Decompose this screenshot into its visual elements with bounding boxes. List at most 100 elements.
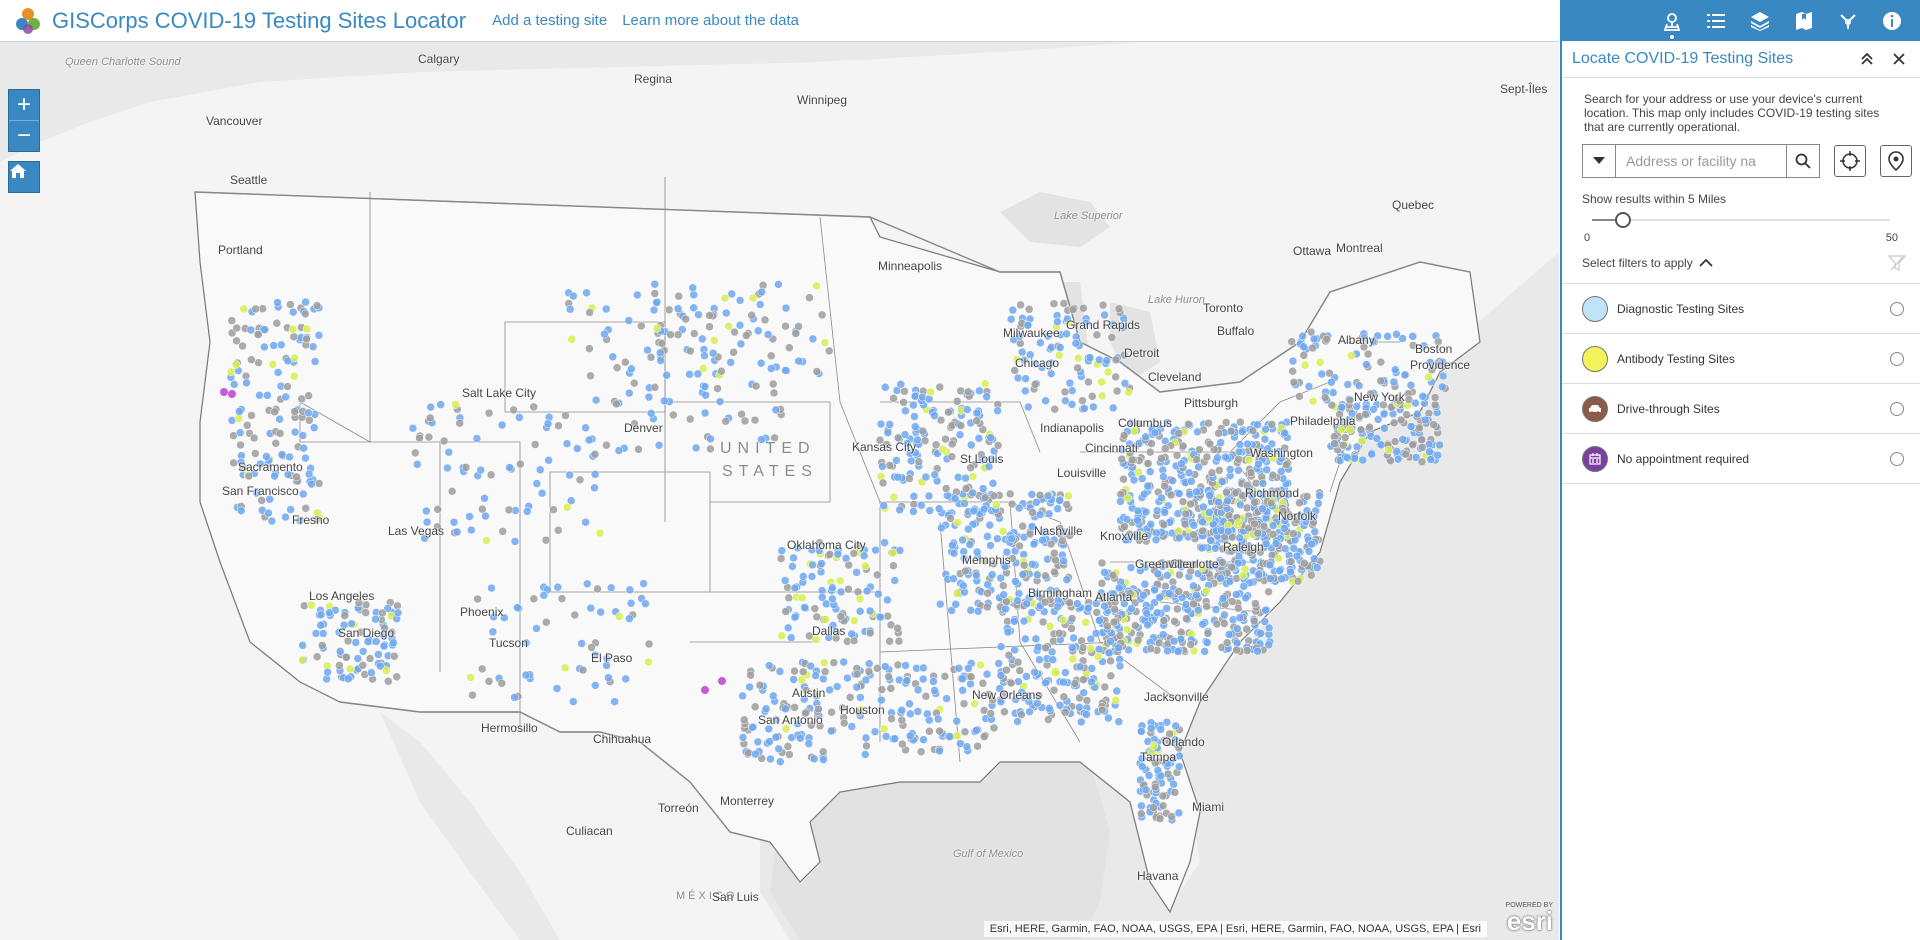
testing-site-marker[interactable]	[1268, 470, 1278, 480]
testing-site-marker[interactable]	[1131, 621, 1140, 630]
testing-site-marker[interactable]	[1111, 695, 1120, 705]
testing-site-marker[interactable]	[413, 460, 422, 469]
testing-site-marker[interactable]	[1071, 339, 1081, 348]
testing-site-marker[interactable]	[1234, 455, 1243, 464]
testing-site-marker[interactable]	[1253, 646, 1262, 656]
testing-site-marker[interactable]	[1115, 661, 1125, 671]
testing-site-marker[interactable]	[983, 602, 992, 612]
testing-site-marker[interactable]	[1192, 487, 1201, 497]
testing-site-marker[interactable]	[1356, 425, 1366, 435]
testing-site-marker[interactable]	[1330, 439, 1339, 448]
testing-site-marker[interactable]	[242, 421, 252, 430]
testing-site-marker[interactable]	[1390, 437, 1400, 446]
testing-site-marker[interactable]	[862, 741, 871, 751]
testing-site-marker[interactable]	[788, 562, 797, 571]
testing-site-marker[interactable]	[996, 642, 1006, 651]
testing-site-marker[interactable]	[1163, 571, 1172, 580]
testing-site-marker[interactable]	[600, 329, 609, 339]
testing-site-marker[interactable]	[341, 653, 351, 662]
testing-site-marker[interactable]	[1175, 570, 1184, 580]
testing-site-marker[interactable]	[873, 664, 882, 673]
testing-site-marker[interactable]	[288, 307, 298, 317]
testing-site-marker[interactable]	[1308, 343, 1317, 353]
testing-site-marker[interactable]	[1081, 618, 1091, 627]
testing-site-marker[interactable]	[969, 506, 978, 516]
testing-site-marker[interactable]	[755, 680, 765, 690]
testing-site-marker[interactable]	[270, 407, 279, 417]
testing-site-marker[interactable]	[1211, 544, 1220, 553]
testing-site-marker[interactable]	[685, 370, 694, 379]
testing-site-marker[interactable]	[581, 517, 590, 527]
testing-site-marker[interactable]	[1112, 386, 1122, 396]
testing-site-marker[interactable]	[1365, 422, 1374, 432]
map-view[interactable]: Queen Charlotte Sound Lake Superior Lake…	[0, 42, 1559, 940]
home-button[interactable]	[8, 161, 40, 193]
testing-site-marker[interactable]	[1129, 475, 1139, 485]
testing-site-marker[interactable]	[1114, 304, 1124, 314]
testing-site-marker[interactable]	[1203, 629, 1213, 638]
testing-site-marker[interactable]	[292, 472, 301, 482]
testing-site-marker[interactable]	[646, 409, 656, 418]
testing-site-marker[interactable]	[876, 612, 885, 622]
testing-site-marker[interactable]	[796, 733, 805, 743]
testing-site-marker[interactable]	[1225, 577, 1235, 586]
testing-site-marker[interactable]	[1235, 613, 1245, 623]
search-radius-slider[interactable]	[1592, 212, 1890, 228]
testing-site-marker[interactable]	[811, 671, 820, 680]
testing-site-marker[interactable]	[1400, 370, 1410, 380]
testing-site-marker[interactable]	[987, 570, 997, 579]
testing-site-marker[interactable]	[764, 661, 774, 670]
testing-site-marker[interactable]	[700, 351, 709, 360]
testing-site-marker[interactable]	[691, 443, 701, 453]
testing-site-marker[interactable]	[602, 440, 611, 450]
testing-site-marker[interactable]	[1216, 438, 1225, 447]
testing-site-marker[interactable]	[1010, 645, 1019, 655]
testing-site-marker[interactable]	[1019, 560, 1029, 570]
testing-site-marker[interactable]	[1312, 563, 1322, 572]
testing-site-marker[interactable]	[860, 750, 870, 759]
testing-site-marker[interactable]	[1220, 610, 1229, 620]
testing-site-marker[interactable]	[1065, 378, 1075, 388]
testing-site-marker[interactable]	[541, 535, 551, 545]
testing-site-marker[interactable]	[586, 603, 596, 613]
testing-site-marker[interactable]	[1163, 646, 1172, 656]
testing-site-marker[interactable]	[761, 704, 771, 713]
testing-site-marker[interactable]	[1224, 630, 1234, 639]
testing-site-marker[interactable]	[1218, 594, 1228, 603]
testing-site-marker[interactable]	[1266, 574, 1275, 583]
testing-site-marker[interactable]	[724, 321, 733, 331]
testing-site-marker[interactable]	[956, 421, 966, 430]
testing-site-marker[interactable]	[1242, 503, 1252, 513]
testing-site-marker[interactable]	[1195, 445, 1204, 454]
testing-site-marker[interactable]	[817, 593, 827, 602]
testing-site-marker[interactable]	[344, 674, 353, 684]
testing-site-marker[interactable]	[1141, 785, 1151, 795]
testing-site-marker[interactable]	[1251, 599, 1260, 608]
testing-site-marker[interactable]	[1027, 560, 1037, 569]
testing-site-marker[interactable]	[595, 528, 605, 538]
testing-site-marker[interactable]	[1158, 801, 1168, 810]
testing-site-marker[interactable]	[1082, 710, 1091, 719]
testing-site-marker[interactable]	[639, 579, 648, 588]
testing-site-marker[interactable]	[794, 322, 803, 331]
testing-site-marker[interactable]	[999, 590, 1008, 599]
testing-site-marker[interactable]	[1027, 608, 1037, 617]
testing-site-marker[interactable]	[720, 293, 730, 303]
testing-site-marker[interactable]	[1246, 468, 1256, 477]
testing-site-marker[interactable]	[1380, 424, 1389, 433]
testing-site-marker[interactable]	[781, 303, 791, 313]
testing-site-marker[interactable]	[1174, 762, 1184, 771]
testing-site-marker[interactable]	[263, 391, 272, 400]
testing-site-marker[interactable]	[247, 355, 256, 364]
testing-site-marker[interactable]	[1171, 721, 1180, 731]
testing-site-marker[interactable]	[1155, 593, 1164, 602]
testing-site-marker[interactable]	[836, 587, 846, 597]
testing-site-marker[interactable]	[301, 309, 310, 319]
testing-site-marker[interactable]	[951, 600, 960, 609]
testing-site-marker[interactable]	[1139, 489, 1149, 499]
testing-site-marker[interactable]	[1153, 569, 1163, 579]
testing-site-marker[interactable]	[961, 473, 970, 483]
testing-site-marker[interactable]	[766, 364, 776, 373]
select-filters-toggle[interactable]: Select filters to apply	[1582, 256, 1693, 270]
testing-site-marker[interactable]	[807, 572, 817, 581]
